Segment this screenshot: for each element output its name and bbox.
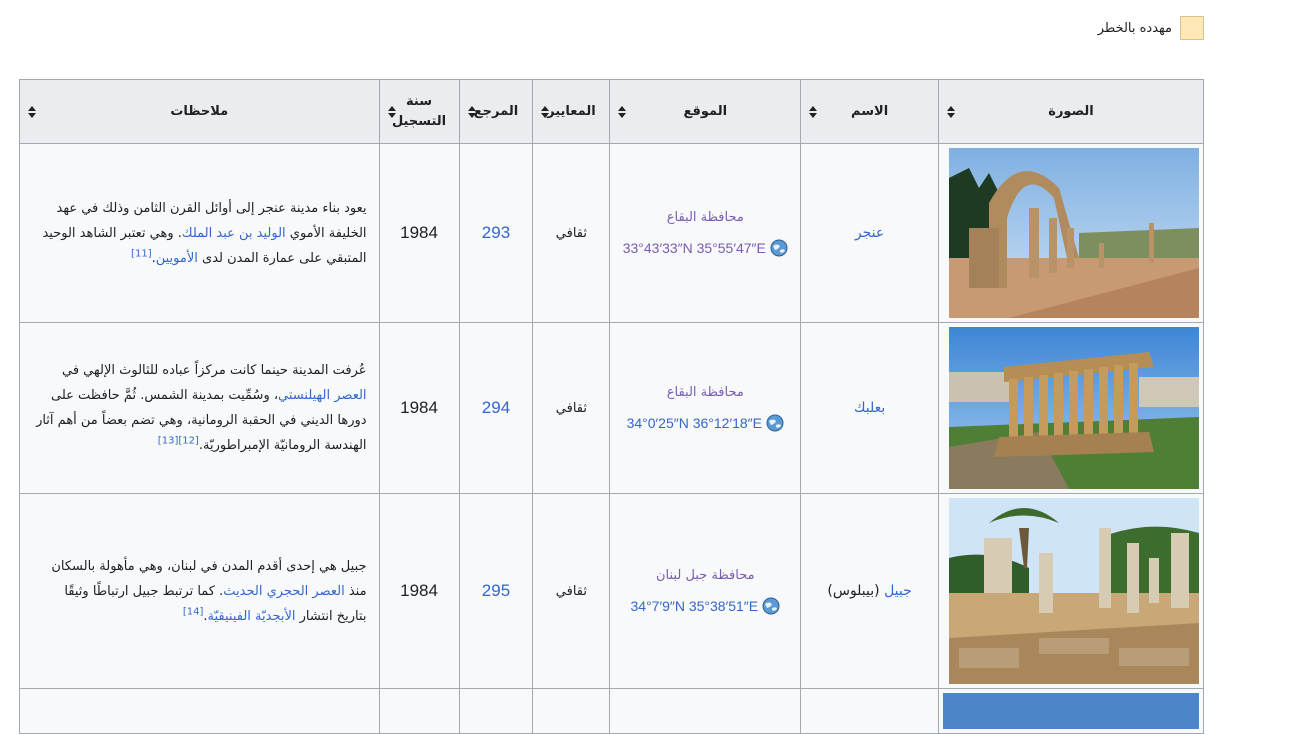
header-location[interactable]: الموقع: [609, 79, 802, 144]
photo-cell: [938, 493, 1204, 689]
baalbek-temple-photo[interactable]: [949, 327, 1199, 489]
coordinates-link[interactable]: 33°43′33″N 35°55′47″E: [623, 240, 766, 256]
notes-cell: عُرفت المدينة حينما كانت مركزاً عباده لل…: [19, 322, 380, 494]
table-row: عنجر محافظة البقاع 33°43′33″N 35°55′47″E…: [19, 143, 1204, 323]
photo-cell: [938, 322, 1204, 494]
year-cell: 1984: [378, 493, 460, 689]
header-notes[interactable]: ملاحظات: [19, 79, 380, 144]
notes-link[interactable]: الوليد بن عبد الملك: [182, 226, 286, 241]
site-name-link[interactable]: جبيل: [884, 583, 912, 599]
year-cell: 1984: [378, 143, 460, 323]
legend-label: مهدده بالخطر: [1097, 21, 1172, 36]
photo-cell: [938, 143, 1204, 323]
header-year[interactable]: سنة التسجيل: [378, 79, 460, 144]
header-reference[interactable]: المرجع: [458, 79, 534, 144]
byblos-ruins-photo[interactable]: [949, 498, 1199, 684]
name-cell: جبيل (بيبلوس): [800, 493, 940, 689]
sort-icon[interactable]: [618, 105, 627, 118]
criteria-cell: ثقافي: [532, 322, 611, 494]
anjar-ruins-photo[interactable]: [949, 148, 1199, 318]
sort-icon[interactable]: [809, 105, 818, 118]
header-criteria[interactable]: المعايير: [532, 79, 611, 144]
notes-cell: جبيل هي إحدى أقدم المدن في لبنان، وهي مأ…: [19, 493, 380, 689]
reference-link[interactable]: 295: [482, 581, 510, 600]
photo-cell: [938, 688, 1204, 734]
table-row: [19, 688, 1204, 734]
sort-icon[interactable]: [541, 105, 550, 118]
reference-cell: 295: [458, 493, 534, 689]
coordinates-link[interactable]: 34°7′9″N 35°38′51″E: [631, 598, 759, 614]
coordinates: 34°0′25″N 36°12′18″E: [627, 414, 784, 432]
citation-link[interactable]: [11]: [131, 248, 152, 259]
coordinates: 34°7′9″N 35°38′51″E: [631, 597, 781, 615]
header-row: الصورة الاسم الموقع المعايير المرجع سنة …: [19, 79, 1204, 144]
next-row-photo[interactable]: [943, 693, 1199, 729]
sort-icon[interactable]: [467, 105, 476, 118]
world-heritage-table: الصورة الاسم الموقع المعايير المرجع سنة …: [19, 79, 1204, 734]
header-image[interactable]: الصورة: [938, 79, 1204, 144]
notes-link[interactable]: الأبجديّة الفينيقيّة: [208, 609, 296, 624]
table-row: جبيل (بيبلوس) محافظة جبل لبنان 34°7′9″N …: [19, 493, 1204, 689]
reference-cell: 294: [458, 322, 534, 494]
governorate-link[interactable]: محافظة جبل لبنان: [610, 568, 800, 583]
table-row: بعلبك محافظة البقاع 34°0′25″N 36°12′18″E…: [19, 322, 1204, 494]
name-cell: بعلبك: [800, 322, 940, 494]
endangered-legend-swatch: [1180, 16, 1204, 40]
location-cell: محافظة البقاع 33°43′33″N 35°55′47″E: [609, 143, 802, 323]
notes-link[interactable]: العصر الهيلنستي: [278, 388, 367, 403]
criteria-cell: ثقافي: [532, 493, 611, 689]
site-name-link[interactable]: عنجر: [855, 225, 884, 241]
notes-cell: يعود بناء مدينة عنجر إلى أوائل القرن الث…: [19, 143, 380, 323]
citation-link[interactable]: [12][13]: [158, 436, 199, 447]
coordinates-link[interactable]: 34°0′25″N 36°12′18″E: [627, 415, 762, 431]
header-name[interactable]: الاسم: [800, 79, 940, 144]
governorate-link[interactable]: محافظة البقاع: [610, 385, 800, 400]
criteria-cell: ثقافي: [532, 143, 611, 323]
coordinates: 33°43′33″N 35°55′47″E: [623, 239, 788, 257]
site-name-link[interactable]: بعلبك: [854, 400, 885, 416]
notes-link[interactable]: العصر الحجري الحديث: [223, 584, 344, 599]
name-cell: عنجر: [800, 143, 940, 323]
legend: مهدده بالخطر: [1098, 16, 1204, 42]
reference-link[interactable]: 293: [482, 223, 510, 242]
globe-icon[interactable]: [762, 597, 780, 615]
year-cell: 1984: [378, 322, 460, 494]
sort-icon[interactable]: [947, 105, 956, 118]
location-cell: محافظة البقاع 34°0′25″N 36°12′18″E: [609, 322, 802, 494]
globe-icon[interactable]: [770, 239, 788, 257]
reference-cell: 293: [458, 143, 534, 323]
notes-link[interactable]: الأمويين: [156, 251, 198, 266]
citation-link[interactable]: [14]: [183, 606, 204, 617]
reference-link[interactable]: 294: [482, 398, 510, 417]
sort-icon[interactable]: [387, 105, 396, 118]
location-cell: محافظة جبل لبنان 34°7′9″N 35°38′51″E: [609, 493, 802, 689]
globe-icon[interactable]: [766, 414, 784, 432]
governorate-link[interactable]: محافظة البقاع: [610, 210, 800, 225]
sort-icon[interactable]: [28, 105, 36, 118]
